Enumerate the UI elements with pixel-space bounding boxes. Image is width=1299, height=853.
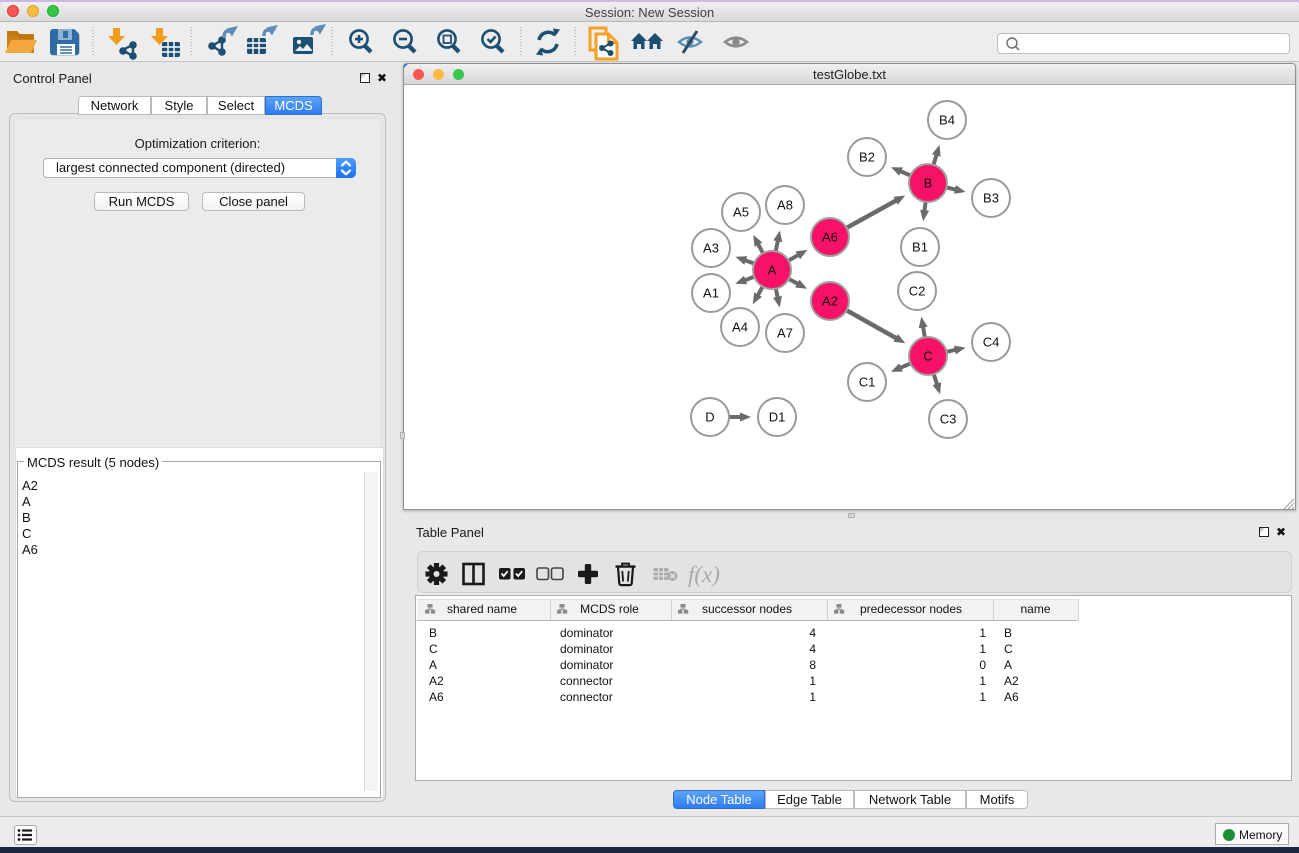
svg-text:C4: C4 (983, 335, 1000, 350)
svg-text:C: C (923, 349, 932, 364)
svg-text:B4: B4 (939, 113, 955, 128)
svg-text:A4: A4 (732, 320, 748, 335)
svg-text:f(x): f(x) (688, 562, 720, 587)
svg-text:D: D (705, 410, 714, 425)
svg-text:A5: A5 (733, 205, 749, 220)
svg-text:A2: A2 (822, 294, 838, 309)
svg-text:C3: C3 (940, 412, 957, 427)
svg-text:B1: B1 (912, 240, 928, 255)
svg-text:A3: A3 (703, 241, 719, 256)
svg-text:A1: A1 (703, 286, 719, 301)
svg-text:A: A (768, 263, 777, 278)
svg-text:A8: A8 (777, 198, 793, 213)
svg-text:D1: D1 (769, 410, 786, 425)
svg-text:C1: C1 (859, 375, 876, 390)
svg-text:A6: A6 (822, 230, 838, 245)
svg-text:B: B (924, 176, 933, 191)
svg-text:A7: A7 (777, 326, 793, 341)
svg-text:B2: B2 (859, 150, 875, 165)
svg-text:C2: C2 (909, 284, 926, 299)
svg-text:B3: B3 (983, 191, 999, 206)
